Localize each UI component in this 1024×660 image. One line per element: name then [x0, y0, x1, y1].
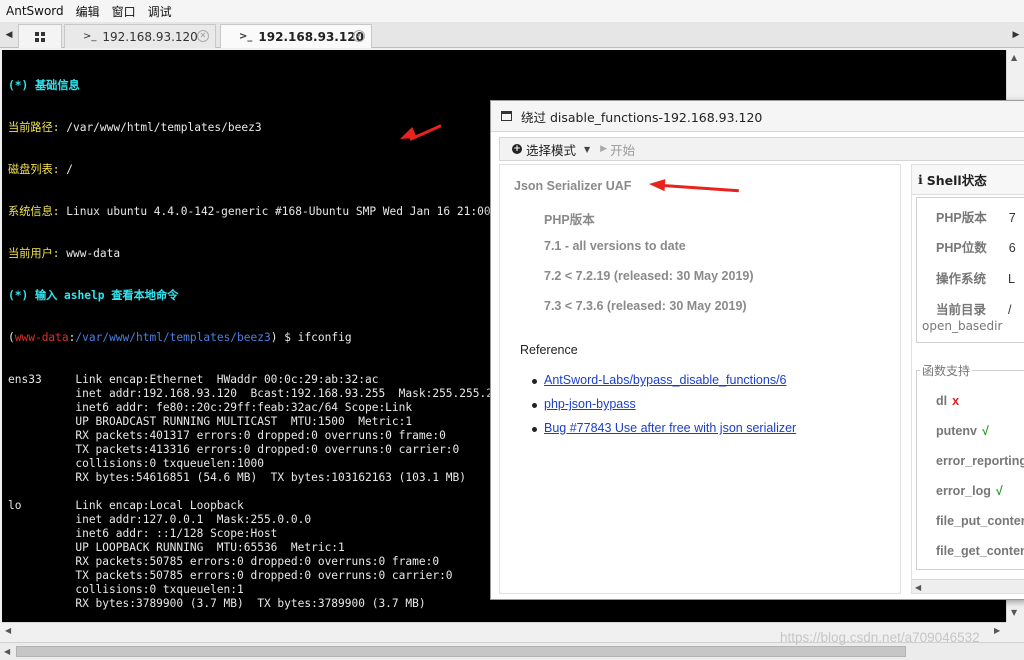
status-row: 操作系统 L — [936, 272, 1015, 286]
list-item: AntSword-Labs/bypass_disable_functions/6 — [531, 373, 796, 397]
mode-heading[interactable]: Json Serializer UAF — [514, 179, 631, 193]
tab-label: 192.168.93.120 — [102, 29, 198, 44]
close-icon[interactable]: ✕ — [197, 30, 209, 42]
tab-bar: ◀ >_ 192.168.93.120 ✕ >_ 192.168.93.120 … — [0, 22, 1024, 48]
watermark: https://blog.csdn.net/a709046532 — [780, 630, 980, 645]
terminal-icon: >_ — [83, 31, 97, 42]
function-row: error_log √ — [936, 484, 1003, 498]
open-basedir-legend: open_basedir — [920, 319, 1005, 333]
annotation-arrow-head — [648, 178, 666, 192]
menu-edit[interactable]: 编辑 — [76, 3, 100, 20]
window-icon — [501, 111, 512, 121]
tab-shell-2[interactable]: >_ 192.168.93.120 ✕ — [220, 24, 372, 48]
scrollbar-thumb[interactable] — [16, 646, 906, 657]
version-item: 7.3 < 7.3.6 (released: 30 May 2019) — [544, 299, 747, 313]
select-mode-button[interactable]: 选择模式 — [526, 140, 576, 159]
check-icon: √ — [995, 484, 1003, 498]
function-row: file_get_contents — [936, 544, 1024, 558]
plus-circle-icon: + — [512, 144, 522, 154]
menu-bar: AntSword 编辑 窗口 调试 — [0, 0, 1024, 22]
php-version-label: PHP版本 — [544, 213, 595, 227]
tab-shell-1[interactable]: >_ 192.168.93.120 ✕ — [64, 24, 216, 48]
play-icon: ▶ — [600, 144, 608, 154]
status-row: PHP版本 7 — [936, 211, 1016, 225]
status-row: PHP位数 6 — [936, 241, 1016, 255]
menu-window[interactable]: 窗口 — [112, 3, 136, 20]
func-support-box — [916, 370, 1024, 570]
function-row: putenv √ — [936, 424, 989, 438]
reference-link[interactable]: Bug #77843 Use after free with json seri… — [544, 421, 796, 435]
status-panel-scrollbar[interactable]: ◀ — [912, 579, 1024, 593]
tab-scroll-right-icon[interactable]: ▶ — [1010, 26, 1022, 44]
mode-detail-panel: Json Serializer UAF PHP版本 7.1 - all vers… — [499, 164, 901, 594]
reference-link[interactable]: AntSword-Labs/bypass_disable_functions/6 — [544, 373, 787, 387]
info-icon: ℹ — [918, 172, 923, 187]
version-item: 7.2 < 7.2.19 (released: 30 May 2019) — [544, 269, 754, 283]
shell-status-header: ℹ Shell状态 — [912, 165, 1024, 195]
chevron-down-icon[interactable]: ▼ — [584, 145, 590, 154]
dialog-toolbar: + 选择模式 ▼ ▶ 开始 — [499, 137, 1024, 161]
terminal-header: (*) 基础信息 — [8, 79, 80, 92]
check-icon: √ — [981, 424, 989, 438]
tab-label: 192.168.93.120 — [258, 29, 364, 44]
list-item: Bug #77843 Use after free with json seri… — [531, 421, 796, 445]
close-icon[interactable]: ✕ — [353, 30, 365, 42]
reference-label: Reference — [520, 343, 578, 357]
tab-scroll-left-icon[interactable]: ◀ — [3, 26, 15, 44]
list-item: php-json-bypass — [531, 397, 796, 421]
dialog-title: 绕过 disable_functions-192.168.93.120 — [521, 109, 763, 125]
function-row: dl x — [936, 394, 960, 408]
function-row: error_reporting — [936, 454, 1024, 468]
dialog-titlebar[interactable]: 绕过 disable_functions-192.168.93.120 — [491, 101, 1024, 132]
reference-links: AntSword-Labs/bypass_disable_functions/6… — [531, 373, 796, 445]
grid-icon — [35, 31, 45, 42]
shell-status-panel: ℹ Shell状态 PHP版本 7 PHP位数 6 操作系统 L 当前目录 / open_… — [911, 164, 1024, 594]
menu-antsword[interactable]: AntSword — [6, 4, 64, 18]
tab-home[interactable] — [18, 24, 62, 48]
cross-icon: x — [952, 394, 960, 408]
terminal-icon: >_ — [239, 31, 253, 42]
func-support-legend: 函数支持 — [920, 362, 973, 379]
start-button[interactable]: 开始 — [610, 140, 635, 159]
reference-link[interactable]: php-json-bypass — [544, 397, 636, 411]
function-row: file_put_contents — [936, 514, 1024, 528]
status-row: 当前目录 / — [936, 303, 1012, 317]
version-item: 7.1 - all versions to date — [544, 239, 686, 253]
bypass-dialog: 绕过 disable_functions-192.168.93.120 + 选择… — [490, 100, 1024, 600]
menu-debug[interactable]: 调试 — [148, 3, 172, 20]
